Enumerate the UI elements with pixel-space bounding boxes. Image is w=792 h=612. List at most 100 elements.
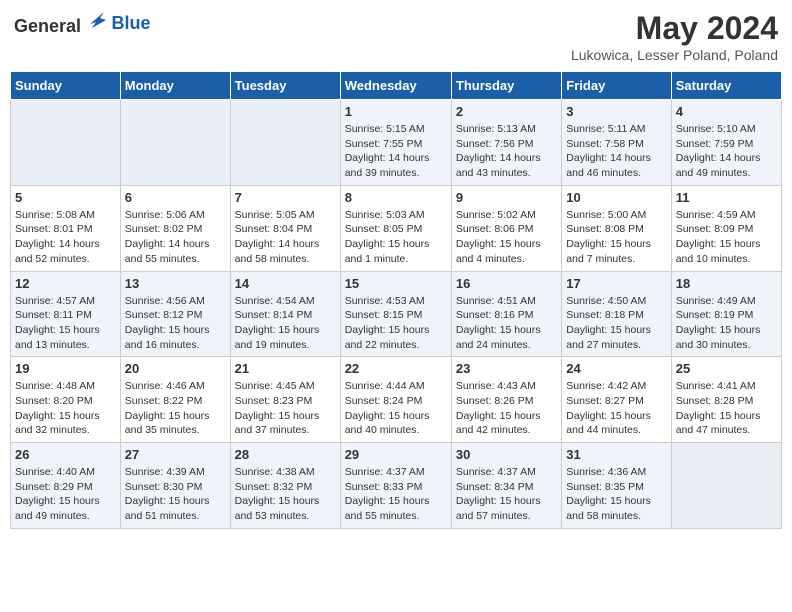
day-number: 20 (125, 361, 226, 376)
day-info: Sunrise: 5:13 AMSunset: 7:56 PMDaylight:… (456, 122, 557, 181)
calendar-cell (671, 443, 781, 529)
day-info: Sunrise: 4:40 AMSunset: 8:29 PMDaylight:… (15, 465, 116, 524)
calendar-cell: 4 Sunrise: 5:10 AMSunset: 7:59 PMDaylight… (671, 100, 781, 186)
day-number: 21 (235, 361, 336, 376)
calendar-cell: 24Sunrise: 4:42 AMSunset: 8:27 PMDayligh… (562, 357, 671, 443)
calendar-cell: 21 Sunrise: 4:45 AMSunset: 8:23 PMDayligh… (230, 357, 340, 443)
calendar-cell: 18Sunrise: 4:49 AMSunset: 8:19 PMDayligh… (671, 271, 781, 357)
calendar-cell: 23Sunrise: 4:43 AMSunset: 8:26 PMDayligh… (451, 357, 561, 443)
main-title: May 2024 (571, 10, 778, 47)
calendar-cell: 10 Sunrise: 5:00 AMSunset: 8:08 PMDayligh… (562, 185, 671, 271)
day-number: 27 (125, 447, 226, 462)
day-info: Sunrise: 4:49 AMSunset: 8:19 PMDaylight:… (676, 294, 777, 353)
day-info: Sunrise: 4:39 AMSunset: 8:30 PMDaylight:… (125, 465, 226, 524)
day-number: 10 (566, 190, 666, 205)
day-info: Sunrise: 4:37 AMSunset: 8:34 PMDaylight:… (456, 465, 557, 524)
day-info: Sunrise: 4:46 AMSunset: 8:22 PMDaylight:… (125, 379, 226, 438)
logo-icon (88, 10, 110, 32)
logo-text-general: General (14, 16, 81, 36)
day-number: 1 (345, 104, 447, 119)
subtitle: Lukowica, Lesser Poland, Poland (571, 47, 778, 63)
calendar-week-row: 12Sunrise: 4:57 AMSunset: 8:11 PMDayligh… (11, 271, 782, 357)
day-number: 8 (345, 190, 447, 205)
day-number: 22 (345, 361, 447, 376)
calendar-week-row: 5Sunrise: 5:08 AMSunset: 8:01 PMDaylight… (11, 185, 782, 271)
calendar-table: SundayMondayTuesdayWednesdayThursdayFrid… (10, 71, 782, 529)
day-info: Sunrise: 4:53 AMSunset: 8:15 PMDaylight:… (345, 294, 447, 353)
day-number: 29 (345, 447, 447, 462)
day-number: 28 (235, 447, 336, 462)
calendar-cell: 1 Sunrise: 5:15 AMSunset: 7:55 PMDaylight… (340, 100, 451, 186)
day-info: Sunrise: 4:38 AMSunset: 8:32 PMDaylight:… (235, 465, 336, 524)
day-info: Sunrise: 5:05 AMSunset: 8:04 PMDaylight:… (235, 208, 336, 267)
day-info: Sunrise: 4:57 AMSunset: 8:11 PMDaylight:… (15, 294, 116, 353)
day-info: Sunrise: 5:00 AMSunset: 8:08 PMDaylight:… (566, 208, 666, 267)
calendar-cell: 14 Sunrise: 4:54 AMSunset: 8:14 PMDayligh… (230, 271, 340, 357)
day-info: Sunrise: 4:50 AMSunset: 8:18 PMDaylight:… (566, 294, 666, 353)
day-number: 26 (15, 447, 116, 462)
day-number: 2 (456, 104, 557, 119)
calendar-cell: 19 Sunrise: 4:48 AMSunset: 8:20 PMDayligh… (11, 357, 121, 443)
calendar-cell: 27 Sunrise: 4:39 AMSunset: 8:30 PMDayligh… (120, 443, 230, 529)
day-info: Sunrise: 4:41 AMSunset: 8:28 PMDaylight:… (676, 379, 777, 438)
day-number: 31 (566, 447, 666, 462)
day-info: Sunrise: 4:48 AMSunset: 8:20 PMDaylight:… (15, 379, 116, 438)
logo-text-blue: Blue (112, 13, 151, 33)
day-info: Sunrise: 4:43 AMSunset: 8:26 PMDaylight:… (456, 379, 557, 438)
day-number: 5 (15, 190, 116, 205)
day-info: Sunrise: 4:37 AMSunset: 8:33 PMDaylight:… (345, 465, 447, 524)
day-number: 30 (456, 447, 557, 462)
day-number: 17 (566, 276, 666, 291)
calendar-cell: 28 Sunrise: 4:38 AMSunset: 8:32 PMDayligh… (230, 443, 340, 529)
calendar-cell: 9 Sunrise: 5:02 AMSunset: 8:06 PMDaylight… (451, 185, 561, 271)
day-number: 24 (566, 361, 666, 376)
day-info: Sunrise: 5:15 AMSunset: 7:55 PMDaylight:… (345, 122, 447, 181)
calendar-header-row: SundayMondayTuesdayWednesdayThursdayFrid… (11, 72, 782, 100)
day-header-sunday: Sunday (11, 72, 121, 100)
day-number: 13 (125, 276, 226, 291)
day-info: Sunrise: 4:45 AMSunset: 8:23 PMDaylight:… (235, 379, 336, 438)
day-number: 4 (676, 104, 777, 119)
day-info: Sunrise: 5:10 AMSunset: 7:59 PMDaylight:… (676, 122, 777, 181)
day-info: Sunrise: 4:59 AMSunset: 8:09 PMDaylight:… (676, 208, 777, 267)
day-number: 3 (566, 104, 666, 119)
day-number: 25 (676, 361, 777, 376)
day-header-tuesday: Tuesday (230, 72, 340, 100)
calendar-cell: 30 Sunrise: 4:37 AMSunset: 8:34 PMDayligh… (451, 443, 561, 529)
calendar-cell: 3 Sunrise: 5:11 AMSunset: 7:58 PMDaylight… (562, 100, 671, 186)
day-info: Sunrise: 4:54 AMSunset: 8:14 PMDaylight:… (235, 294, 336, 353)
logo: General Blue (14, 10, 151, 37)
day-info: Sunrise: 5:03 AMSunset: 8:05 PMDaylight:… (345, 208, 447, 267)
day-number: 14 (235, 276, 336, 291)
calendar-cell (230, 100, 340, 186)
day-info: Sunrise: 4:44 AMSunset: 8:24 PMDaylight:… (345, 379, 447, 438)
day-info: Sunrise: 4:56 AMSunset: 8:12 PMDaylight:… (125, 294, 226, 353)
day-number: 7 (235, 190, 336, 205)
calendar-cell: 8 Sunrise: 5:03 AMSunset: 8:05 PMDaylight… (340, 185, 451, 271)
calendar-cell: 11Sunrise: 4:59 AMSunset: 8:09 PMDayligh… (671, 185, 781, 271)
calendar-cell: 16Sunrise: 4:51 AMSunset: 8:16 PMDayligh… (451, 271, 561, 357)
day-info: Sunrise: 5:11 AMSunset: 7:58 PMDaylight:… (566, 122, 666, 181)
calendar-cell: 5Sunrise: 5:08 AMSunset: 8:01 PMDaylight… (11, 185, 121, 271)
day-header-saturday: Saturday (671, 72, 781, 100)
day-info: Sunrise: 5:02 AMSunset: 8:06 PMDaylight:… (456, 208, 557, 267)
day-number: 16 (456, 276, 557, 291)
calendar-cell: 31Sunrise: 4:36 AMSunset: 8:35 PMDayligh… (562, 443, 671, 529)
day-number: 19 (15, 361, 116, 376)
page-header: General Blue May 2024 Lukowica, Lesser P… (10, 10, 782, 63)
calendar-cell: 2 Sunrise: 5:13 AMSunset: 7:56 PMDaylight… (451, 100, 561, 186)
title-block: May 2024 Lukowica, Lesser Poland, Poland (571, 10, 778, 63)
calendar-cell: 13 Sunrise: 4:56 AMSunset: 8:12 PMDayligh… (120, 271, 230, 357)
calendar-cell: 22 Sunrise: 4:44 AMSunset: 8:24 PMDayligh… (340, 357, 451, 443)
day-number: 9 (456, 190, 557, 205)
day-header-monday: Monday (120, 72, 230, 100)
calendar-cell: 15Sunrise: 4:53 AMSunset: 8:15 PMDayligh… (340, 271, 451, 357)
day-number: 6 (125, 190, 226, 205)
calendar-week-row: 19 Sunrise: 4:48 AMSunset: 8:20 PMDayligh… (11, 357, 782, 443)
day-info: Sunrise: 5:06 AMSunset: 8:02 PMDaylight:… (125, 208, 226, 267)
day-header-friday: Friday (562, 72, 671, 100)
calendar-cell (11, 100, 121, 186)
calendar-week-row: 1 Sunrise: 5:15 AMSunset: 7:55 PMDaylight… (11, 100, 782, 186)
calendar-cell: 26 Sunrise: 4:40 AMSunset: 8:29 PMDayligh… (11, 443, 121, 529)
calendar-cell: 25 Sunrise: 4:41 AMSunset: 8:28 PMDayligh… (671, 357, 781, 443)
